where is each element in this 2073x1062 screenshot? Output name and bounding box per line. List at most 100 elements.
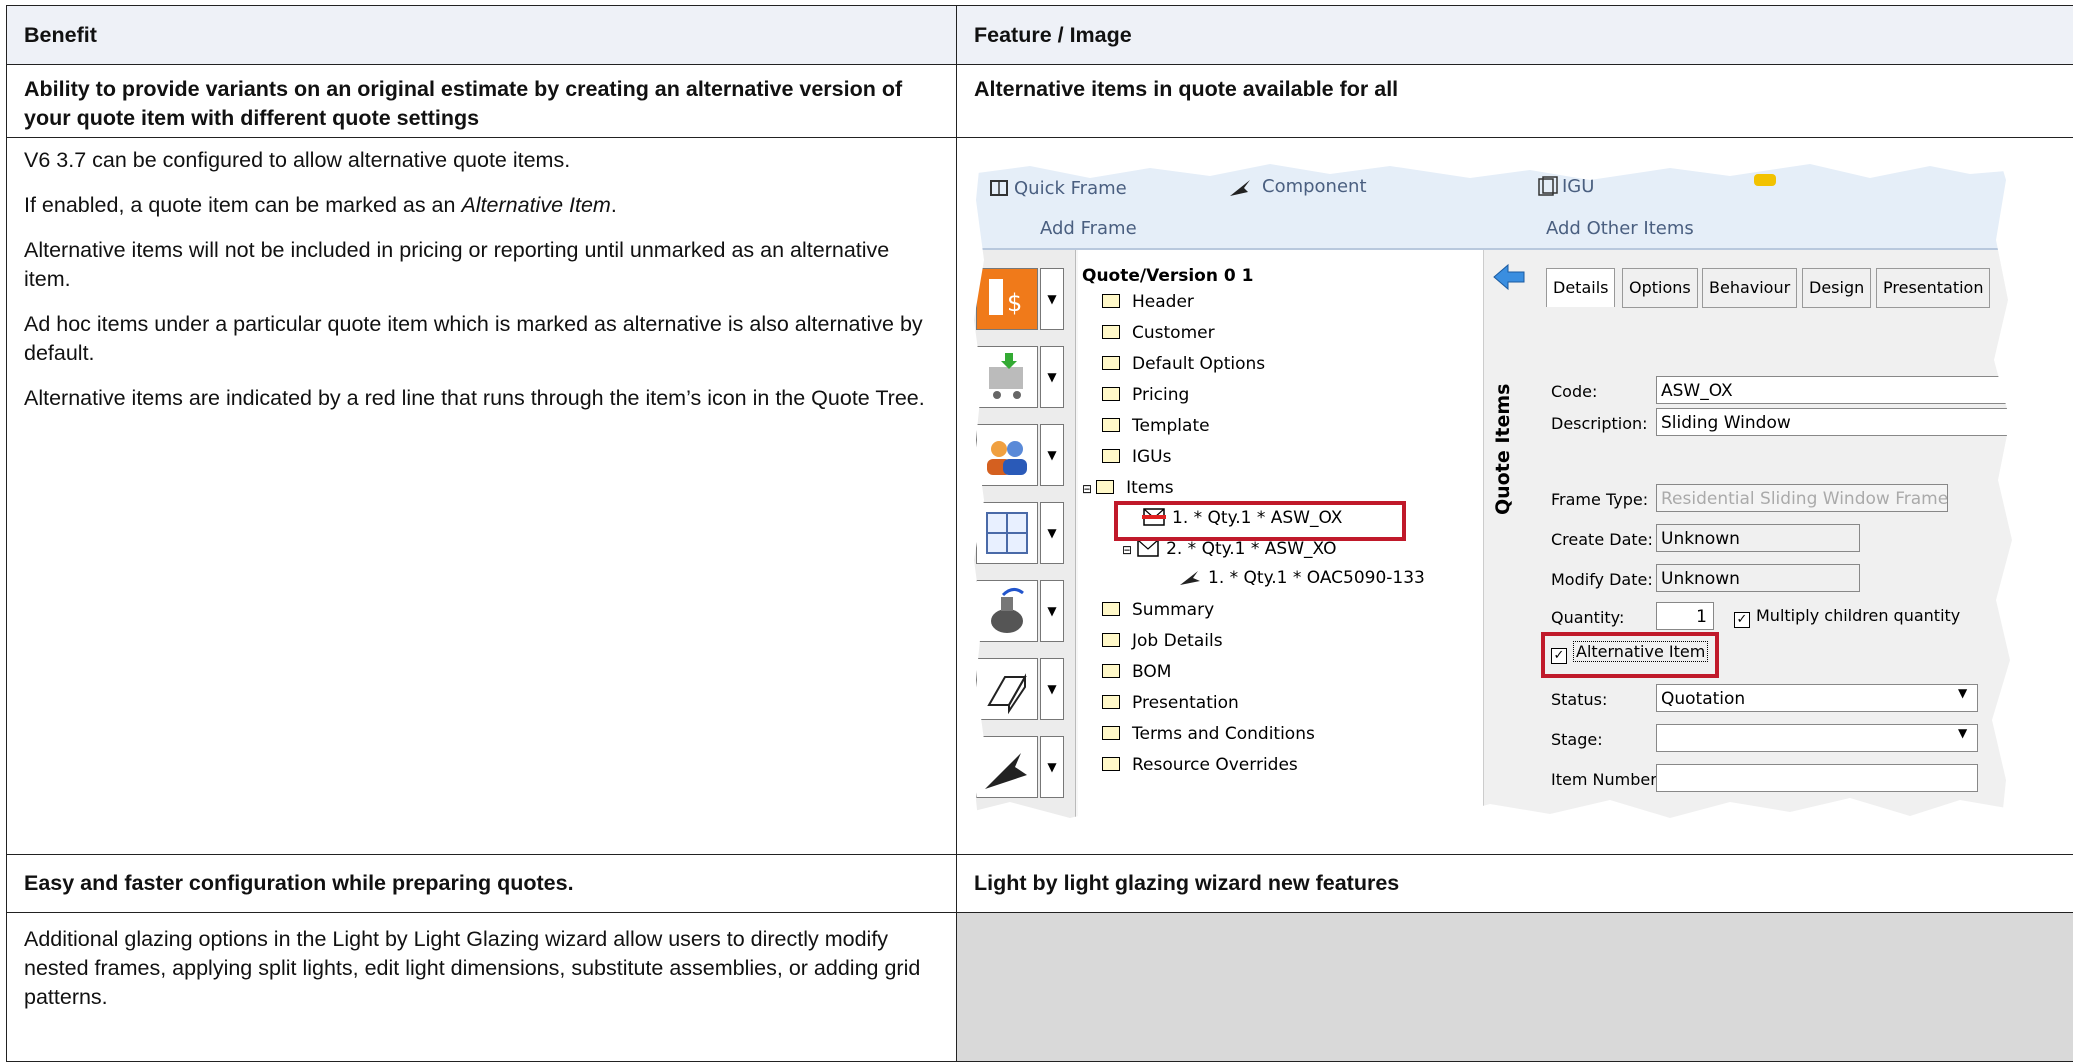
- tree-node[interactable]: ⊟Items: [1082, 478, 1174, 498]
- tab-presentation[interactable]: Presentation: [1876, 268, 1990, 308]
- tool-sidebar: $ ▼ ▼ ▼ ▼ ▼ ▼ ▼: [970, 250, 1076, 838]
- frame-item-icon: [1136, 539, 1160, 557]
- paragraph-text: If enabled, a quote item can be marked a…: [24, 193, 461, 217]
- tab-design[interactable]: Design: [1802, 268, 1871, 308]
- customers-tool-button[interactable]: [976, 424, 1038, 486]
- code-field[interactable]: ASW_OX: [1656, 376, 2018, 404]
- highlight-box: [1541, 632, 1719, 678]
- table-header-row: Benefit Feature / Image: [7, 6, 2073, 65]
- modify-date-label: Modify Date:: [1551, 570, 1653, 589]
- tree-item-label: 2. * Qty.1 * ASW_XO: [1166, 539, 1336, 559]
- quote-items-label: Quote Items: [1492, 384, 1514, 515]
- material-tool-button[interactable]: [976, 580, 1038, 642]
- chevron-down-icon[interactable]: ▼: [1040, 268, 1064, 330]
- folder-icon: [1096, 480, 1114, 494]
- chevron-down-icon[interactable]: ▼: [1040, 580, 1064, 642]
- tree-node-label: BOM: [1132, 662, 1171, 682]
- image-placeholder-cell: [957, 913, 2073, 1062]
- tab-details[interactable]: Details: [1546, 268, 1615, 307]
- chevron-down-icon[interactable]: ▼: [1958, 686, 1967, 700]
- collapse-icon[interactable]: ⊟: [1082, 482, 1092, 496]
- description-cell: Additional glazing options in the Light …: [7, 913, 957, 1062]
- table-row: Ability to provide variants on an origin…: [7, 65, 2073, 138]
- chevron-down-icon[interactable]: ▼: [1040, 502, 1064, 564]
- component-button[interactable]: Component: [1262, 176, 1367, 197]
- modify-date-field: Unknown: [1656, 564, 1860, 592]
- pricing-tool-button[interactable]: $: [976, 268, 1038, 330]
- tree-node-label: Resource Overrides: [1132, 755, 1298, 775]
- screw-icon: [1178, 568, 1202, 586]
- quote-tree: Quote/Version 0 1 Header Customer Defaul…: [1078, 250, 1483, 838]
- table-row: Additional glazing options in the Light …: [7, 913, 2073, 1062]
- checkbox-checked-icon[interactable]: ✓: [1734, 612, 1750, 628]
- folder-icon: [1102, 633, 1120, 647]
- chevron-down-icon[interactable]: ▼: [1040, 658, 1064, 720]
- quantity-field[interactable]: 1: [1656, 602, 1714, 630]
- tree-node[interactable]: Presentation: [1102, 693, 1239, 713]
- igu-button[interactable]: IGU: [1562, 176, 1594, 197]
- tree-node[interactable]: Terms and Conditions: [1102, 724, 1315, 744]
- document-page: Benefit Feature / Image Ability to provi…: [0, 0, 2073, 1041]
- multiply-children-checkbox[interactable]: ✓Multiply children quantity: [1734, 606, 1960, 628]
- tree-node-label: Header: [1132, 292, 1194, 312]
- status-label: Status:: [1551, 690, 1607, 709]
- chevron-down-icon[interactable]: ▼: [1040, 346, 1064, 408]
- quote-items-splitter[interactable]: Quote Items: [1483, 250, 1537, 838]
- quick-frame-button[interactable]: Quick Frame: [1014, 178, 1127, 199]
- add-other-items-group-label: Add Other Items: [1546, 218, 1694, 239]
- tree-subitem[interactable]: 1. * Qty.1 * OAC5090-133: [1178, 568, 1425, 588]
- description-cell: V6 3.7 can be configured to allow altern…: [7, 138, 957, 855]
- tree-node[interactable]: Resource Overrides: [1102, 755, 1298, 775]
- tree-node-label: Terms and Conditions: [1132, 724, 1315, 744]
- folder-icon: [1102, 356, 1120, 370]
- profile-tool-button[interactable]: [976, 658, 1038, 720]
- folder-icon: [1102, 726, 1120, 740]
- description-field[interactable]: Sliding Window: [1656, 408, 2018, 436]
- folder-icon: [1102, 664, 1120, 678]
- chevron-down-icon[interactable]: ▼: [1040, 736, 1064, 798]
- chevron-down-icon[interactable]: ▼: [1040, 424, 1064, 486]
- tree-node[interactable]: Customer: [1102, 323, 1215, 343]
- tree-node-label: Default Options: [1132, 354, 1265, 374]
- tree-node-label: Customer: [1132, 323, 1215, 343]
- folder-icon: [1102, 757, 1120, 771]
- tree-node[interactable]: Pricing: [1102, 385, 1189, 405]
- stage-select[interactable]: [1656, 724, 1978, 752]
- tree-item[interactable]: ⊟ 2. * Qty.1 * ASW_XO: [1122, 539, 1336, 559]
- app-screenshot: Quick Frame Component IGU Add Frame Add …: [970, 160, 2018, 838]
- description-label: Description:: [1551, 414, 1648, 433]
- tree-node[interactable]: Template: [1102, 416, 1210, 436]
- header-benefit: Benefit: [7, 6, 957, 65]
- item-number-field[interactable]: [1656, 764, 1978, 792]
- highlight-box: [1114, 501, 1406, 541]
- tree-node[interactable]: Header: [1102, 292, 1194, 312]
- item-number-label: Item Number:: [1551, 770, 1662, 789]
- tree-root[interactable]: Quote/Version 0 1: [1082, 266, 1253, 286]
- tab-options[interactable]: Options: [1622, 268, 1698, 308]
- collapse-icon[interactable]: ⊟: [1122, 543, 1132, 557]
- frame-type-label: Frame Type:: [1551, 490, 1648, 509]
- tree-node[interactable]: Job Details: [1102, 631, 1223, 651]
- tree-node[interactable]: IGUs: [1102, 447, 1172, 467]
- tree-node[interactable]: BOM: [1102, 662, 1171, 682]
- paragraph: If enabled, a quote item can be marked a…: [24, 191, 939, 220]
- tree-node[interactable]: Default Options: [1102, 354, 1265, 374]
- back-arrow-icon[interactable]: [1492, 262, 1528, 292]
- component-tool-button[interactable]: [976, 736, 1038, 798]
- paragraph: Alternative items will not be included i…: [24, 236, 939, 294]
- tree-node-label: Presentation: [1132, 693, 1239, 713]
- chevron-down-icon[interactable]: ▼: [1958, 726, 1967, 740]
- status-select[interactable]: Quotation: [1656, 684, 1978, 712]
- add-frame-group-label: Add Frame: [1040, 218, 1137, 239]
- tree-node-label: IGUs: [1132, 447, 1172, 467]
- tree-node[interactable]: Summary: [1102, 600, 1214, 620]
- tab-behaviour[interactable]: Behaviour: [1702, 268, 1797, 308]
- paragraph: Alternative items are indicated by a red…: [24, 384, 939, 413]
- emphasis-text: Alternative Item: [461, 193, 610, 217]
- folder-icon: [1102, 602, 1120, 616]
- details-panel: Details Options Behaviour Design Present…: [1536, 250, 2018, 838]
- window-tool-button[interactable]: [976, 502, 1038, 564]
- frame-icon: [988, 178, 1010, 198]
- code-label: Code:: [1551, 382, 1597, 401]
- cart-tool-button[interactable]: [976, 346, 1038, 408]
